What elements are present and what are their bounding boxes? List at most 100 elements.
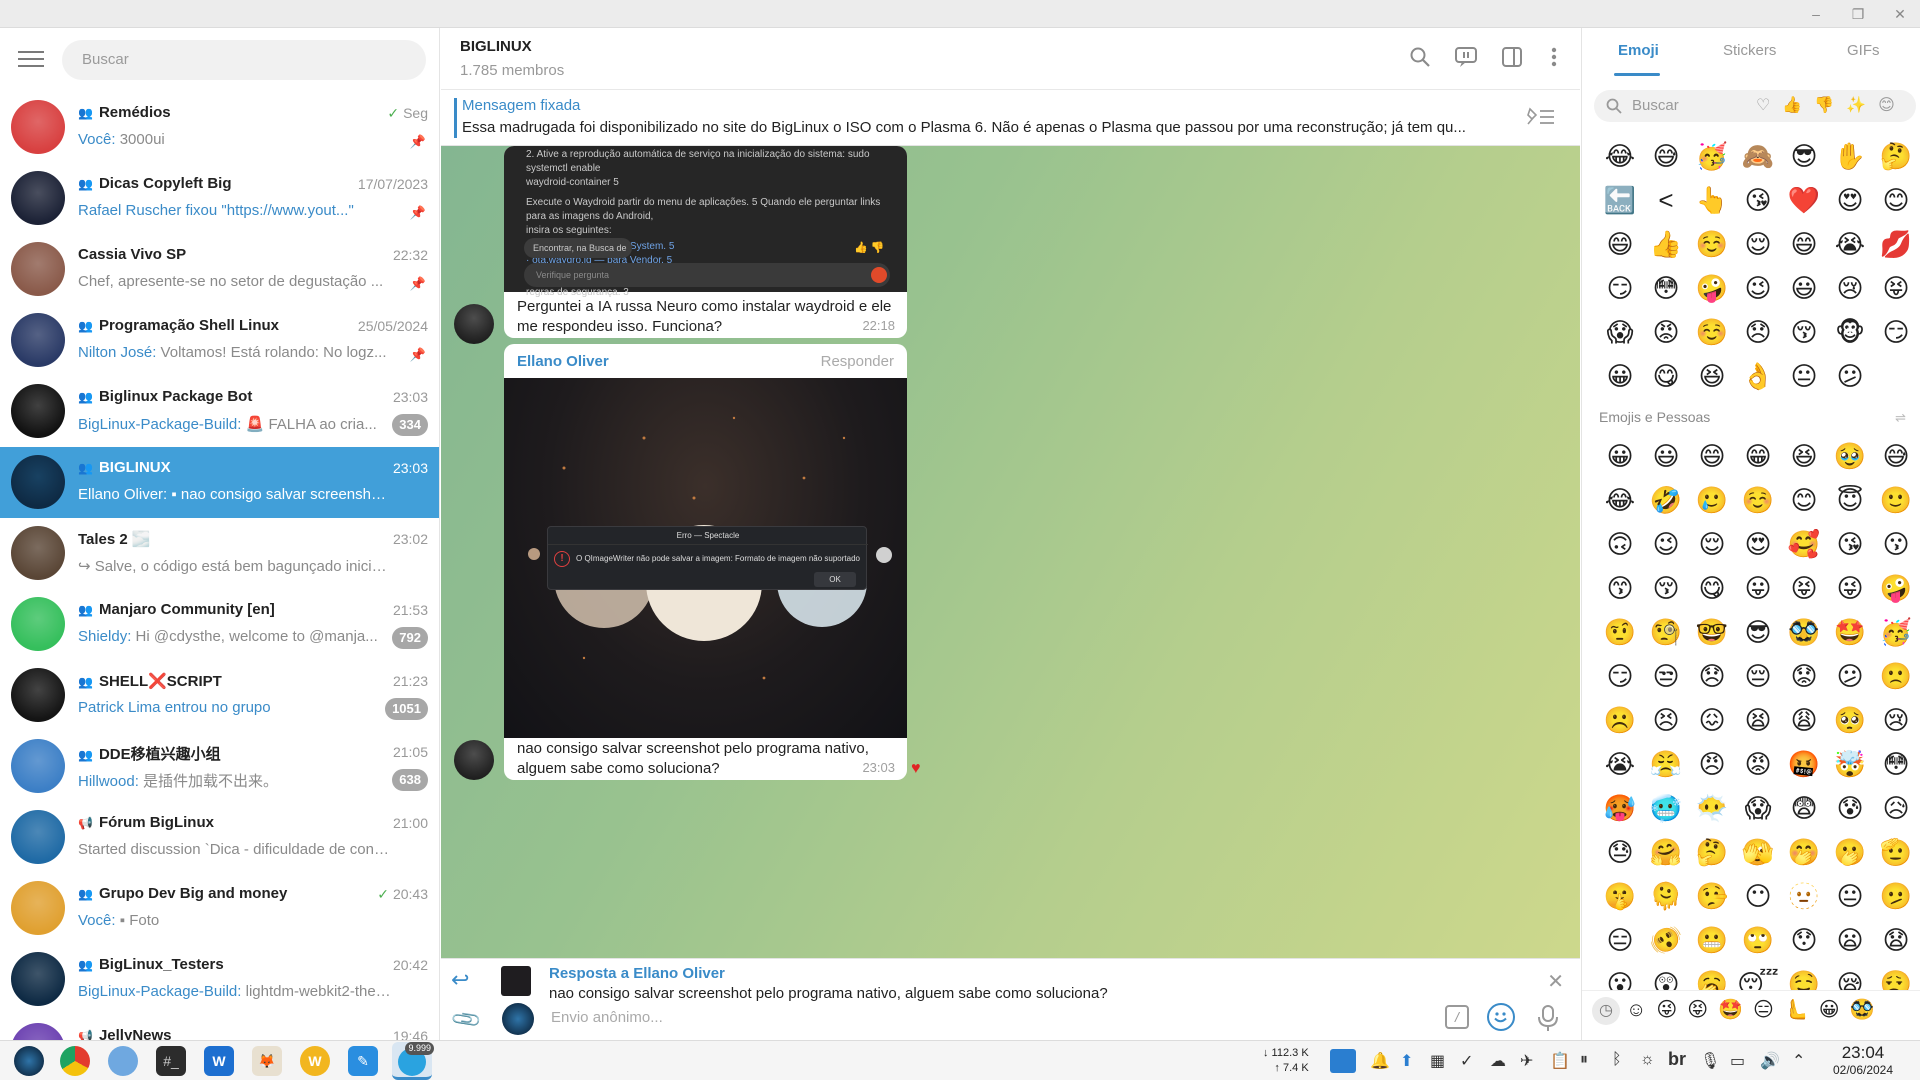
- emoji-item[interactable]: 🤭: [1781, 830, 1827, 874]
- chat-list-item[interactable]: Cassia Vivo SP 22:32 Chef, apresente-se n…: [0, 234, 439, 305]
- message-bubble[interactable]: 2. Ative a reprodução automática de serv…: [504, 146, 907, 338]
- sender-avatar[interactable]: [454, 740, 494, 780]
- chat-list-item[interactable]: 📢 Fórum BigLinux 21:00 Started discussion …: [0, 802, 439, 873]
- emoji-item[interactable]: 🫢: [1827, 830, 1873, 874]
- emoji-item[interactable]: 🥲: [1689, 478, 1735, 522]
- emoji-item[interactable]: 😇: [1827, 478, 1873, 522]
- emoji-item[interactable]: ☹️: [1597, 698, 1643, 742]
- emoji-item[interactable]: 🙁: [1873, 654, 1919, 698]
- emoji-item[interactable]: 😋: [1643, 354, 1689, 398]
- emoji-item[interactable]: 🤪: [1689, 266, 1735, 310]
- emoji-item[interactable]: 😌: [1689, 522, 1735, 566]
- emoji-item[interactable]: 😡: [1735, 742, 1781, 786]
- chat-search-input[interactable]: Buscar: [62, 40, 426, 80]
- emoji-item[interactable]: 😎: [1781, 134, 1827, 178]
- emoji-item[interactable]: 😄: [1689, 434, 1735, 478]
- wps-office-icon[interactable]: W: [300, 1046, 330, 1076]
- hamburger-menu-icon[interactable]: [18, 48, 44, 68]
- emoji-item[interactable]: 😁: [1735, 434, 1781, 478]
- emoji-item[interactable]: 🤩: [1827, 610, 1873, 654]
- emoji-item[interactable]: 😚: [1781, 310, 1827, 354]
- emoji-item[interactable]: 😳: [1873, 742, 1919, 786]
- emoji-item[interactable]: 😰: [1827, 786, 1873, 830]
- emoji-item[interactable]: 🥺: [1827, 698, 1873, 742]
- emoji-item[interactable]: 😝: [1873, 266, 1919, 310]
- voice-chat-icon[interactable]: [1453, 46, 1479, 72]
- emoji-item[interactable]: 😶: [1735, 874, 1781, 918]
- pinned-list-icon[interactable]: [1526, 106, 1556, 131]
- biglinux-menu-icon[interactable]: [14, 1046, 44, 1076]
- emoji-item[interactable]: 🫨: [1643, 918, 1689, 962]
- emoji-item[interactable]: 😭: [1827, 222, 1873, 266]
- emoji-item[interactable]: 👆: [1689, 178, 1735, 222]
- emoji-item[interactable]: 😆: [1689, 354, 1735, 398]
- emoji-item[interactable]: ✋: [1827, 134, 1873, 178]
- chat-list-item[interactable]: 👥 Manjaro Community [en] 21:53 Shieldy: Hi …: [0, 589, 439, 660]
- emoji-item[interactable]: 😛: [1735, 566, 1781, 610]
- emoji-item[interactable]: 😒: [1643, 654, 1689, 698]
- emoji-search-input[interactable]: Buscar ♡👍👎✨😊: [1594, 90, 1916, 122]
- emoji-item[interactable]: 😗: [1873, 522, 1919, 566]
- emoji-item[interactable]: 😠: [1689, 742, 1735, 786]
- sidebar-toggle-icon[interactable]: [1499, 46, 1525, 72]
- file-manager-icon[interactable]: [108, 1046, 138, 1076]
- emoji-item[interactable]: 😎: [1735, 610, 1781, 654]
- emoji-filter-icons[interactable]: ♡👍👎✨😊: [1756, 95, 1907, 115]
- emoji-item[interactable]: 👍: [1643, 222, 1689, 266]
- text-editor-icon[interactable]: ✎: [348, 1046, 378, 1076]
- microphone-tray-icon[interactable]: 🎙: [1700, 1051, 1720, 1071]
- emoji-item[interactable]: 😳: [1643, 266, 1689, 310]
- message-bubble[interactable]: Ellano Oliver Responder Erro — Spectacle…: [504, 344, 907, 780]
- emoji-item[interactable]: 😊: [1873, 178, 1919, 222]
- emoji-item[interactable]: 🤨: [1597, 610, 1643, 654]
- clipboard-icon[interactable]: 📋: [1550, 1051, 1570, 1071]
- more-options-icon[interactable]: [1541, 46, 1567, 72]
- display-icon[interactable]: ▭: [1730, 1051, 1745, 1071]
- message-author[interactable]: Ellano Oliver: [517, 353, 609, 370]
- emoji-item[interactable]: 🫤: [1873, 874, 1919, 918]
- emoji-item[interactable]: 😮‍💨: [1873, 962, 1919, 990]
- emoji-item[interactable]: 😧: [1873, 918, 1919, 962]
- tab-stickers[interactable]: Stickers: [1723, 42, 1776, 59]
- emoji-item[interactable]: 😪: [1827, 962, 1873, 990]
- check-icon[interactable]: ✓: [1460, 1051, 1473, 1071]
- emoji-item[interactable]: 😑: [1597, 918, 1643, 962]
- emoji-item[interactable]: 😲: [1643, 962, 1689, 990]
- emoji-item[interactable]: 😬: [1689, 918, 1735, 962]
- message-image[interactable]: Erro — Spectacle ! O QImageWriter não po…: [504, 378, 907, 738]
- emoji-item[interactable]: 🤗: [1643, 830, 1689, 874]
- category-settings-icon[interactable]: ⇌: [1895, 410, 1906, 426]
- emoji-item[interactable]: 👌: [1735, 354, 1781, 398]
- tray-expand-icon[interactable]: ⌃: [1792, 1051, 1805, 1071]
- emoji-item[interactable]: 🤯: [1827, 742, 1873, 786]
- emoji-item[interactable]: 😩: [1781, 698, 1827, 742]
- emoji-item[interactable]: ☺️: [1689, 222, 1735, 266]
- emoji-item[interactable]: 😡: [1643, 310, 1689, 354]
- emoji-item[interactable]: 😚: [1643, 566, 1689, 610]
- emoji-item[interactable]: 🫥: [1781, 874, 1827, 918]
- bot-command-icon[interactable]: /: [1445, 1005, 1469, 1029]
- emoji-item[interactable]: 😢: [1827, 266, 1873, 310]
- send-as-avatar[interactable]: [502, 1003, 534, 1035]
- emoji-item[interactable]: 😀: [1597, 434, 1643, 478]
- emoji-item[interactable]: 😶‍🌫️: [1689, 786, 1735, 830]
- emoji-item[interactable]: 😌: [1735, 222, 1781, 266]
- emoji-item[interactable]: 😋: [1689, 566, 1735, 610]
- emoji-item[interactable]: 😙: [1597, 566, 1643, 610]
- virtual-desktop-icon[interactable]: [1330, 1049, 1356, 1073]
- emoji-item[interactable]: 😜: [1827, 566, 1873, 610]
- emoji-item[interactable]: 😏: [1873, 310, 1919, 354]
- chat-list-item[interactable]: 👥 Grupo Dev Big and money ✓ 20:43 Você: ▪ Fo…: [0, 873, 439, 944]
- emoji-item[interactable]: 😀: [1597, 354, 1643, 398]
- emoji-item[interactable]: 🥰: [1781, 522, 1827, 566]
- grid-icon[interactable]: ▦: [1430, 1051, 1445, 1071]
- emoji-item[interactable]: 🥹: [1827, 434, 1873, 478]
- emoji-item[interactable]: 🥱: [1689, 962, 1735, 990]
- chat-list-item[interactable]: 👥 BigLinux_Testers 20:42 BigLinux-Package-B…: [0, 944, 439, 1015]
- emoji-item[interactable]: 🙂: [1873, 478, 1919, 522]
- emoji-item[interactable]: 🥸: [1781, 610, 1827, 654]
- emoji-item[interactable]: 😭: [1597, 742, 1643, 786]
- emoji-item[interactable]: 😔: [1735, 654, 1781, 698]
- chat-title[interactable]: BIGLINUX: [460, 38, 532, 55]
- emoji-item[interactable]: 🤔: [1689, 830, 1735, 874]
